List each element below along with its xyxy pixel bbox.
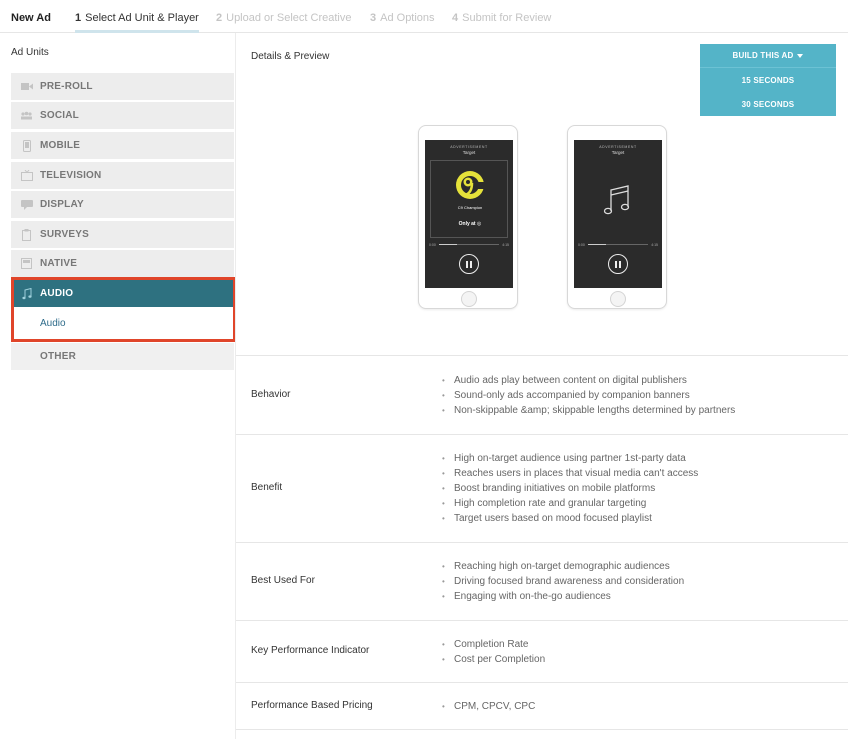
mobile-phone-icon (19, 138, 34, 153)
caret-down-icon (797, 53, 804, 58)
ad-unit-pre-roll[interactable]: PRE-ROLL (11, 73, 234, 100)
ad-unit-surveys[interactable]: SURVEYS (11, 221, 234, 248)
ad-unit-other[interactable]: OTHER (11, 343, 234, 370)
detail-label: Behavior (251, 389, 291, 400)
ad-unit-sub-item-audio[interactable]: Audio (11, 307, 234, 341)
audio-progress-bar[interactable] (588, 244, 648, 245)
detail-row-behavior: Behavior Audio ads play between content … (236, 355, 848, 434)
home-button (610, 291, 626, 307)
list-item: Reaches users in places that visual medi… (442, 466, 698, 481)
home-button (461, 291, 477, 307)
pause-icon[interactable] (608, 254, 628, 274)
audio-progress-bar[interactable] (439, 244, 499, 245)
ad-units-heading: Ad Units (11, 47, 49, 58)
wizard-step-4[interactable]: 4 Submit for Review (452, 12, 551, 33)
wizard-step-1[interactable]: 1 Select Ad Unit & Player (75, 12, 199, 33)
list-item: High on-target audience using partner 1s… (442, 451, 698, 466)
video-camera-icon (19, 79, 34, 94)
clipboard-icon (19, 227, 34, 242)
list-item: High completion rate and granular target… (442, 496, 698, 511)
ad-unit-display[interactable]: DISPLAY (11, 191, 234, 218)
detail-list: High on-target audience using partner 1s… (442, 451, 698, 526)
detail-row-benefit: Benefit High on-target audience using pa… (236, 434, 848, 542)
page-title: New Ad (11, 12, 51, 24)
list-item: Cost per Completion (442, 652, 545, 667)
list-item: Boost branding initiatives on mobile pla… (442, 481, 698, 496)
detail-label: Key Performance Indicator (251, 645, 370, 656)
phone-screen: ADVERTISEMENT Target 0:00 4:15 (574, 140, 662, 288)
list-item: Reaching high on-target demographic audi… (442, 559, 684, 574)
build-option-15-seconds[interactable]: 15 SECONDS (700, 68, 836, 92)
list-item: Driving focused brand awareness and cons… (442, 574, 684, 589)
build-option-30-seconds[interactable]: 30 SECONDS (700, 92, 836, 116)
wizard-step-3[interactable]: 3 Ad Options (370, 12, 435, 33)
ad-unit-television[interactable]: TELEVISION (11, 162, 234, 189)
wizard-step-2[interactable]: 2 Upload or Select Creative (216, 12, 351, 33)
detail-row-kpi: Key Performance Indicator Completion Rat… (236, 620, 848, 682)
music-notes-icon (603, 185, 630, 215)
list-item: Completion Rate (442, 637, 545, 652)
ad-unit-audio[interactable]: AUDIO (11, 280, 234, 307)
detail-label: Best Used For (251, 575, 315, 586)
detail-list: CPM, CPCV, CPC (442, 699, 535, 714)
logo-wordmark: C9 Champion (457, 205, 483, 210)
pause-icon[interactable] (459, 254, 479, 274)
wizard-bar: New Ad 1 Select Ad Unit & Player 2 Upload … (0, 0, 848, 33)
list-item: Target users based on mood focused playl… (442, 511, 698, 526)
list-item: Audio ads play between content on digita… (442, 373, 735, 388)
detail-list: Completion Rate Cost per Completion (442, 637, 545, 667)
list-item: Engaging with on-the-go audiences (442, 589, 684, 604)
detail-label: Performance Based Pricing (251, 700, 373, 711)
companion-banner: C9 Champion Only at ◎ (430, 160, 508, 238)
details-preview-heading: Details & Preview (251, 51, 330, 62)
ad-unit-native[interactable]: NATIVE (11, 250, 234, 277)
television-icon (19, 168, 34, 183)
music-note-icon (19, 286, 34, 301)
detail-list: Audio ads play between content on digita… (442, 373, 735, 418)
list-item: Sound-only ads accompanied by companion … (442, 388, 735, 403)
build-ad-menu: BUILD THIS AD 15 SECONDS 30 SECONDS (700, 44, 836, 116)
list-item: CPM, CPCV, CPC (442, 699, 535, 714)
champion-c9-logo-icon (456, 171, 486, 199)
detail-row-best-used-for: Best Used For Reaching high on-target de… (236, 542, 848, 620)
phone-preview-audio-only: ADVERTISEMENT Target 0:00 4:15 (567, 125, 667, 309)
target-logo-icon: ◎ (476, 221, 482, 227)
detail-list: Reaching high on-target demographic audi… (442, 559, 684, 604)
display-chat-icon (19, 197, 34, 212)
ad-unit-social[interactable]: SOCIAL (11, 102, 234, 129)
phone-preview-companion: ADVERTISEMENT Target C9 Champion Only at… (418, 125, 518, 309)
detail-label: Benefit (251, 482, 283, 493)
ad-unit-mobile[interactable]: MOBILE (11, 132, 234, 159)
people-icon (19, 108, 34, 123)
native-card-icon (19, 256, 34, 271)
build-this-ad-button[interactable]: BUILD THIS AD (700, 44, 836, 68)
list-item: Non-skippable &amp; skippable lengths de… (442, 403, 735, 418)
phone-screen: ADVERTISEMENT Target C9 Champion Only at… (425, 140, 513, 288)
detail-row-pricing: Performance Based Pricing CPM, CPCV, CPC (236, 682, 848, 730)
